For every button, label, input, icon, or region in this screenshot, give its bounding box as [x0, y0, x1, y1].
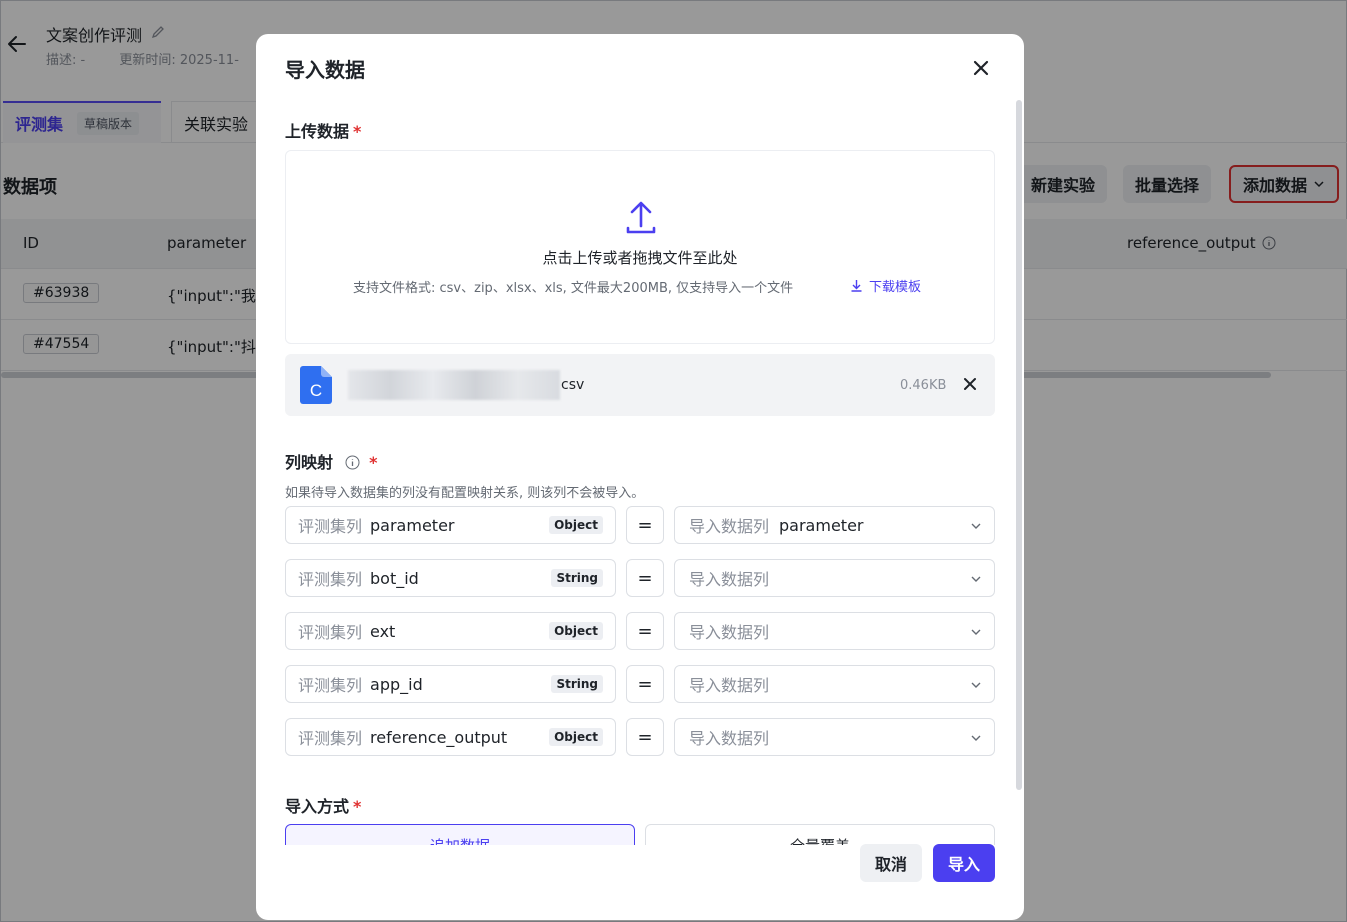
csv-file-icon: C — [300, 366, 332, 404]
equals-sign: = — [626, 718, 664, 756]
modal-vertical-scrollbar[interactable] — [1016, 100, 1022, 790]
source-column: 评测集列 reference_output Object — [285, 718, 616, 756]
file-size: 0.46KB — [900, 378, 947, 393]
target-column-select[interactable]: 导入数据列 — [674, 718, 995, 756]
type-badge: Object — [549, 516, 603, 534]
type-badge: Object — [549, 622, 603, 640]
type-badge: Object — [549, 728, 603, 746]
upload-format-hint: 支持文件格式: csv、zip、xlsx、xls, 文件最大200MB, 仅支持… — [353, 281, 794, 296]
import-mode-options: 追加数据 全量覆盖 — [285, 824, 995, 845]
import-data-modal: 导入数据 上传数据 * 点击上传或者拖拽文件至此处 支持文件格式: csv、zip… — [256, 34, 1024, 920]
download-template-link[interactable]: 下载模板 — [850, 276, 921, 295]
target-column-select[interactable]: 导入数据列 — [674, 665, 995, 703]
uploaded-file-item: C csv 0.46KB — [285, 354, 995, 416]
source-column: 评测集列 bot_id String — [285, 559, 616, 597]
chevron-down-icon — [971, 682, 981, 688]
svg-text:C: C — [310, 381, 322, 400]
full-overwrite-option[interactable]: 全量覆盖 — [645, 824, 995, 845]
mapping-row: 评测集列 ext Object = 导入数据列 — [285, 612, 995, 650]
mapping-row: 评测集列 parameter Object = 导入数据列 parameter — [285, 506, 995, 544]
mapping-row: 评测集列 reference_output Object = 导入数据列 — [285, 718, 995, 756]
import-button[interactable]: 导入 — [933, 844, 995, 882]
import-mode-label: 导入方式 * — [285, 797, 362, 816]
source-column: 评测集列 parameter Object — [285, 506, 616, 544]
equals-sign: = — [626, 612, 664, 650]
target-column-select[interactable]: 导入数据列 — [674, 612, 995, 650]
modal-title: 导入数据 — [285, 58, 365, 82]
remove-file-icon[interactable] — [963, 377, 977, 391]
chevron-down-icon — [971, 523, 981, 529]
info-icon — [345, 455, 360, 470]
upload-main-text: 点击上传或者拖拽文件至此处 — [542, 249, 738, 267]
chevron-down-icon — [971, 629, 981, 635]
chevron-down-icon — [971, 735, 981, 741]
equals-sign: = — [626, 506, 664, 544]
target-column-select[interactable]: 导入数据列 parameter — [674, 506, 995, 544]
blurred-file-name — [348, 370, 560, 400]
download-icon — [851, 280, 862, 292]
equals-sign: = — [626, 559, 664, 597]
upload-label: 上传数据 * — [285, 122, 362, 141]
type-badge: String — [551, 675, 603, 693]
upload-icon — [626, 201, 656, 234]
column-mapping-label: 列映射 * — [285, 453, 378, 472]
source-column: 评测集列 app_id String — [285, 665, 616, 703]
cancel-button[interactable]: 取消 — [860, 844, 922, 882]
column-mapping-hint: 如果待导入数据集的列没有配置映射关系, 则该列不会被导入。 — [285, 486, 645, 501]
append-data-option[interactable]: 追加数据 — [285, 824, 635, 845]
mapping-row: 评测集列 bot_id String = 导入数据列 — [285, 559, 995, 597]
close-icon[interactable] — [971, 58, 991, 78]
type-badge: String — [551, 569, 603, 587]
mapping-row: 评测集列 app_id String = 导入数据列 — [285, 665, 995, 703]
file-extension: csv — [561, 377, 585, 393]
chevron-down-icon — [971, 576, 981, 582]
source-column: 评测集列 ext Object — [285, 612, 616, 650]
target-column-select[interactable]: 导入数据列 — [674, 559, 995, 597]
equals-sign: = — [626, 665, 664, 703]
